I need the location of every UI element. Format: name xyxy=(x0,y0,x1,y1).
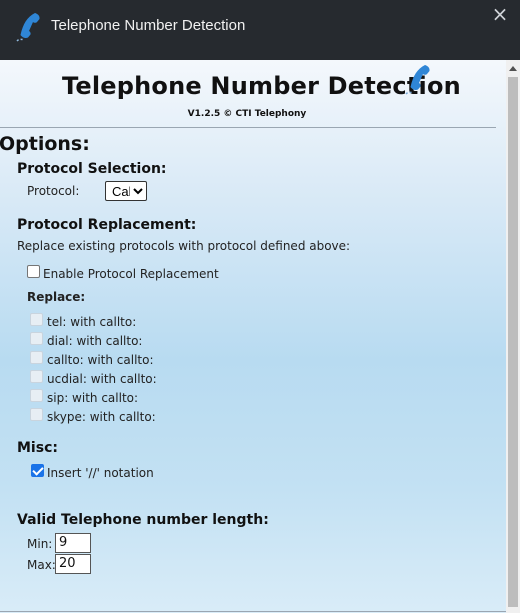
replace-skype-checkbox[interactable] xyxy=(30,408,43,421)
protocol-select[interactable]: CallTo: xyxy=(105,181,147,201)
window-titlebar: Telephone Number Detection × xyxy=(0,0,520,60)
page-title: Telephone Number Detection xyxy=(62,72,461,100)
replace-callto-checkbox[interactable] xyxy=(30,351,43,364)
telephone-handset-icon xyxy=(16,13,40,42)
replace-callto-label: callto: with callto: xyxy=(47,353,154,367)
min-length-input[interactable]: 9 xyxy=(55,533,91,553)
replace-sip-label: sip: with callto: xyxy=(47,391,139,405)
vertical-scrollbar[interactable] xyxy=(506,60,520,613)
insert-notation-label: Insert '//' notation xyxy=(47,466,154,480)
replace-ucdial-checkbox[interactable] xyxy=(30,370,43,383)
options-page: Telephone Number Detection V1.2.5 © CTI … xyxy=(0,60,506,613)
telephone-handset-icon xyxy=(405,65,430,95)
replace-tel-checkbox[interactable] xyxy=(30,313,43,326)
protocol-replacement-heading: Protocol Replacement: xyxy=(17,217,197,233)
protocol-selection-heading: Protocol Selection: xyxy=(17,161,167,177)
insert-notation-checkbox[interactable] xyxy=(31,464,44,477)
replace-dial-label: dial: with callto: xyxy=(47,334,143,348)
number-length-heading: Valid Telephone number length: xyxy=(17,512,269,528)
replace-heading: Replace: xyxy=(27,290,86,304)
replace-sip-checkbox[interactable] xyxy=(30,389,43,402)
enable-protocol-replacement-checkbox[interactable] xyxy=(27,265,40,278)
protocol-label: Protocol: xyxy=(27,184,80,198)
protocol-replacement-description: Replace existing protocols with protocol… xyxy=(17,239,351,253)
replace-dial-checkbox[interactable] xyxy=(30,332,43,345)
options-heading: Options: xyxy=(0,133,90,155)
replace-skype-label: skype: with callto: xyxy=(47,410,156,424)
version-label: V1.2.5 © CTI Telephony xyxy=(187,109,307,119)
misc-heading: Misc: xyxy=(17,440,58,456)
scrollbar-thumb[interactable] xyxy=(508,77,518,607)
min-label: Min: xyxy=(27,537,53,551)
replace-ucdial-label: ucdial: with callto: xyxy=(47,372,157,386)
divider xyxy=(0,127,496,128)
replace-tel-label: tel: with callto: xyxy=(47,315,137,329)
max-length-input[interactable]: 20 xyxy=(55,554,91,574)
enable-protocol-replacement-label: Enable Protocol Replacement xyxy=(43,267,219,281)
close-icon[interactable]: × xyxy=(490,4,510,24)
window-title: Telephone Number Detection xyxy=(51,17,246,34)
scroll-up-icon[interactable] xyxy=(509,66,517,71)
divider xyxy=(0,611,506,612)
max-label: Max: xyxy=(27,558,56,572)
